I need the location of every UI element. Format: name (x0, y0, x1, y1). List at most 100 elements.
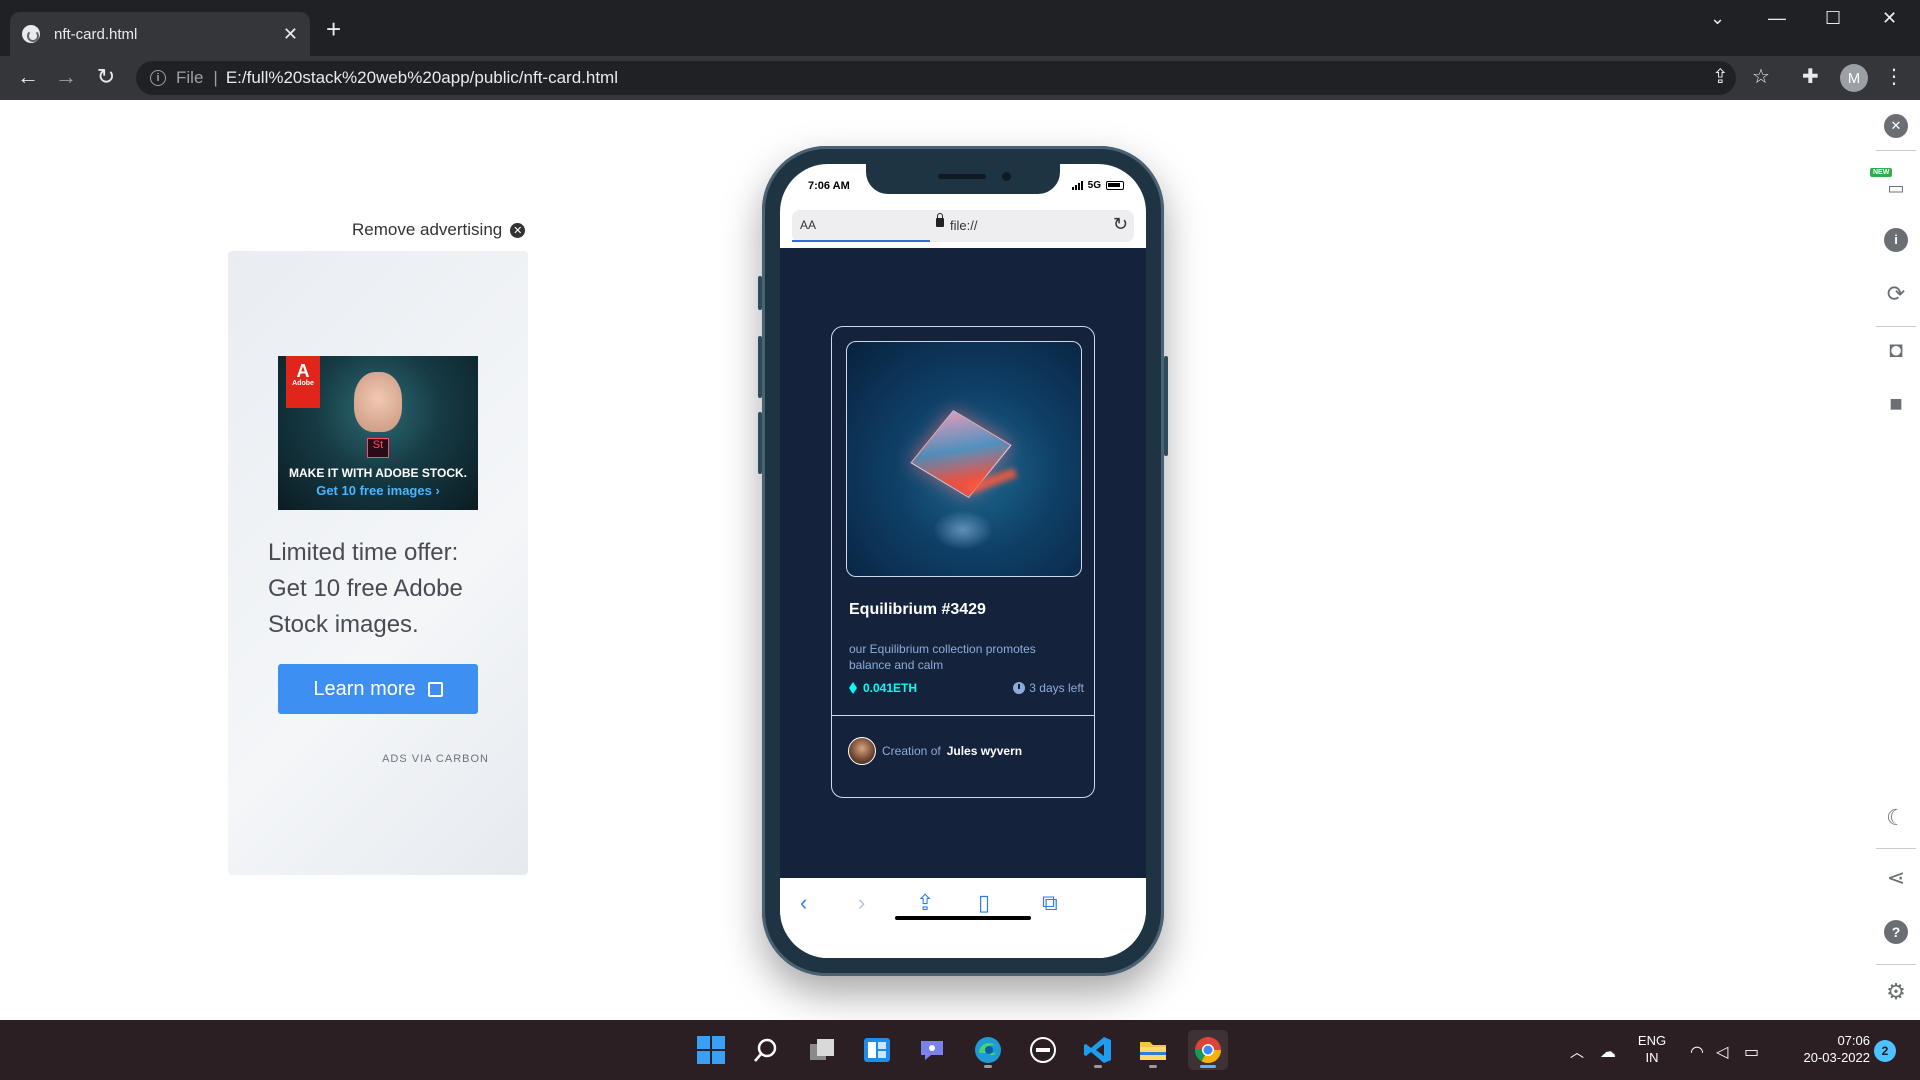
tab-search-icon[interactable]: ⌄ (1710, 8, 1725, 29)
device-switch-icon[interactable]: ▭ (1884, 176, 1908, 200)
sidebar-separator (1876, 326, 1916, 327)
ads-via-carbon[interactable]: ADS VIA CARBON (382, 753, 489, 765)
adobe-logo: A Adobe (286, 356, 320, 408)
close-circle-icon[interactable]: ✕ (510, 222, 526, 238)
reload-icon[interactable]: ↻ (92, 64, 120, 90)
address-bar[interactable]: i File | E:/full%20stack%20web%20app/pub… (136, 61, 1736, 95)
sidebar-separator (1876, 848, 1916, 849)
safari-back-icon[interactable]: ‹ (800, 890, 807, 916)
taskbar-active-indicator (1200, 1065, 1216, 1068)
volume-icon[interactable]: ◁ (1716, 1042, 1728, 1062)
bookmark-star-icon[interactable]: ☆ (1752, 64, 1770, 89)
widgets-button[interactable] (857, 1030, 897, 1070)
wifi-icon[interactable]: ◠ (1690, 1042, 1704, 1062)
help-icon[interactable]: ? (1884, 920, 1908, 944)
ad-stock-badge: St (367, 438, 389, 458)
cube-reflection (933, 510, 993, 550)
tray-overflow-icon[interactable]: ︿ (1570, 1042, 1584, 1062)
edge-icon (975, 1037, 1001, 1063)
back-icon[interactable]: ← (14, 64, 42, 90)
nft-image[interactable] (846, 341, 1082, 577)
taskbar-running-dot (1149, 1065, 1157, 1068)
nft-days-left-value: 3 days left (1029, 681, 1084, 695)
page-content: Remove advertising ✕ A Adobe St MAKE IT … (0, 100, 1920, 1020)
search-button[interactable] (746, 1030, 786, 1070)
phone-screen: 7:06 AM 5G AA file:// ↻ Equilibrium #342… (780, 164, 1146, 958)
ethereum-icon (849, 682, 857, 694)
info-icon[interactable]: i (1884, 228, 1908, 252)
task-view-button[interactable] (802, 1030, 842, 1070)
nft-title[interactable]: Equilibrium #3429 (849, 601, 986, 619)
ad-image[interactable]: A Adobe St MAKE IT WITH ADOBE STOCK. Get… (278, 356, 478, 510)
extensions-icon[interactable]: ✚ (1802, 64, 1819, 89)
ad-image-subline: Get 10 free images › (316, 483, 440, 498)
glass-cube (910, 409, 1012, 499)
clock-icon (1013, 682, 1026, 694)
tab-favicon-icon (22, 25, 40, 43)
creator-name[interactable]: Jules wyvern (947, 744, 1022, 758)
chrome-button[interactable] (1188, 1030, 1228, 1070)
safari-reload-icon[interactable]: ↻ (1113, 214, 1128, 235)
status-indicators: 5G (1071, 180, 1124, 191)
battery-tray-icon[interactable]: ▭ (1744, 1042, 1759, 1062)
network-label: 5G (1087, 180, 1101, 191)
browser-tab[interactable]: nft-card.html ✕ (10, 12, 310, 56)
close-panel-icon[interactable]: ✕ (1884, 114, 1908, 138)
chrome-icon (1194, 1037, 1222, 1064)
start-button[interactable] (691, 1030, 731, 1070)
safari-url[interactable]: file:// (950, 218, 977, 233)
tab-close-icon[interactable]: ✕ (283, 24, 298, 45)
address-progress-bar (792, 240, 930, 242)
edge-button[interactable] (968, 1030, 1008, 1070)
learn-more-label: Learn more (313, 677, 416, 700)
rotate-icon[interactable]: ⟳ (1884, 282, 1908, 306)
minimize-icon[interactable]: — (1768, 8, 1786, 29)
share-icon[interactable]: ⇪ (1712, 64, 1729, 89)
settings-gear-icon[interactable]: ⚙ (1884, 980, 1908, 1004)
camera-icon[interactable]: ◘ (1884, 338, 1908, 362)
clock[interactable]: 07:06 20-03-2022 (1784, 1032, 1871, 1066)
dell-button[interactable] (1023, 1030, 1063, 1070)
address-url[interactable]: E:/full%20stack%20web%20app/public/nft-c… (226, 68, 618, 88)
browser-titlebar: nft-card.html ✕ + ⌄ — ☐ ✕ (0, 0, 1920, 56)
remove-advertising-link[interactable]: Remove advertising ✕ (352, 220, 526, 240)
nft-description: our Equilibrium collection promotes bala… (849, 642, 1036, 672)
onedrive-icon[interactable]: ☁ (1600, 1042, 1616, 1062)
language-indicator[interactable]: ENG IN (1630, 1032, 1674, 1066)
safari-tabs-icon[interactable]: ⧉ (1042, 890, 1058, 916)
adobe-logo-text: Adobe (292, 380, 314, 387)
address-scheme-label: File (176, 68, 204, 87)
remove-advertising-label: Remove advertising (352, 220, 503, 239)
task-view-icon (810, 1039, 834, 1060)
ad-image-headline: MAKE IT WITH ADOBE STOCK. (289, 466, 467, 480)
vscode-button[interactable] (1078, 1030, 1118, 1070)
new-tab-button[interactable]: + (326, 16, 341, 42)
lock-icon (936, 213, 944, 227)
language-region: IN (1645, 1050, 1659, 1065)
reader-aa-button[interactable]: AA (800, 218, 816, 232)
safari-address-bar[interactable]: AA file:// ↻ (792, 210, 1134, 242)
devtools-sidebar: ✕ ▭ i ⟳ ◘ ■ ☾ ⋖ ? ⚙ (1870, 100, 1920, 1020)
site-info-icon[interactable]: i (150, 70, 166, 86)
dark-mode-icon[interactable]: ☾ (1884, 806, 1908, 830)
nft-time-left: 3 days left (1013, 681, 1084, 695)
taskbar-running-dot (984, 1065, 992, 1068)
notification-badge[interactable]: 2 (1874, 1040, 1896, 1062)
forward-icon[interactable]: → (52, 64, 80, 90)
menu-dots-icon[interactable]: ⋮ (1884, 64, 1904, 89)
window-close-icon[interactable]: ✕ (1882, 8, 1897, 29)
maximize-icon[interactable]: ☐ (1825, 8, 1841, 29)
profile-avatar[interactable]: M (1840, 64, 1868, 92)
teams-chat-button[interactable] (912, 1030, 952, 1070)
file-explorer-button[interactable] (1133, 1030, 1173, 1070)
share-nodes-icon[interactable]: ⋖ (1884, 866, 1908, 890)
learn-more-button[interactable]: Learn more (278, 664, 478, 714)
safari-bookmarks-icon[interactable]: ▯ (978, 890, 990, 916)
video-icon[interactable]: ■ (1884, 392, 1908, 416)
search-icon (754, 1038, 777, 1062)
notch-camera (1002, 172, 1011, 181)
sidebar-separator (1876, 150, 1916, 151)
home-indicator (895, 916, 1031, 920)
safari-share-icon[interactable]: ⇪ (916, 890, 934, 916)
safari-forward-icon[interactable]: › (858, 890, 865, 916)
